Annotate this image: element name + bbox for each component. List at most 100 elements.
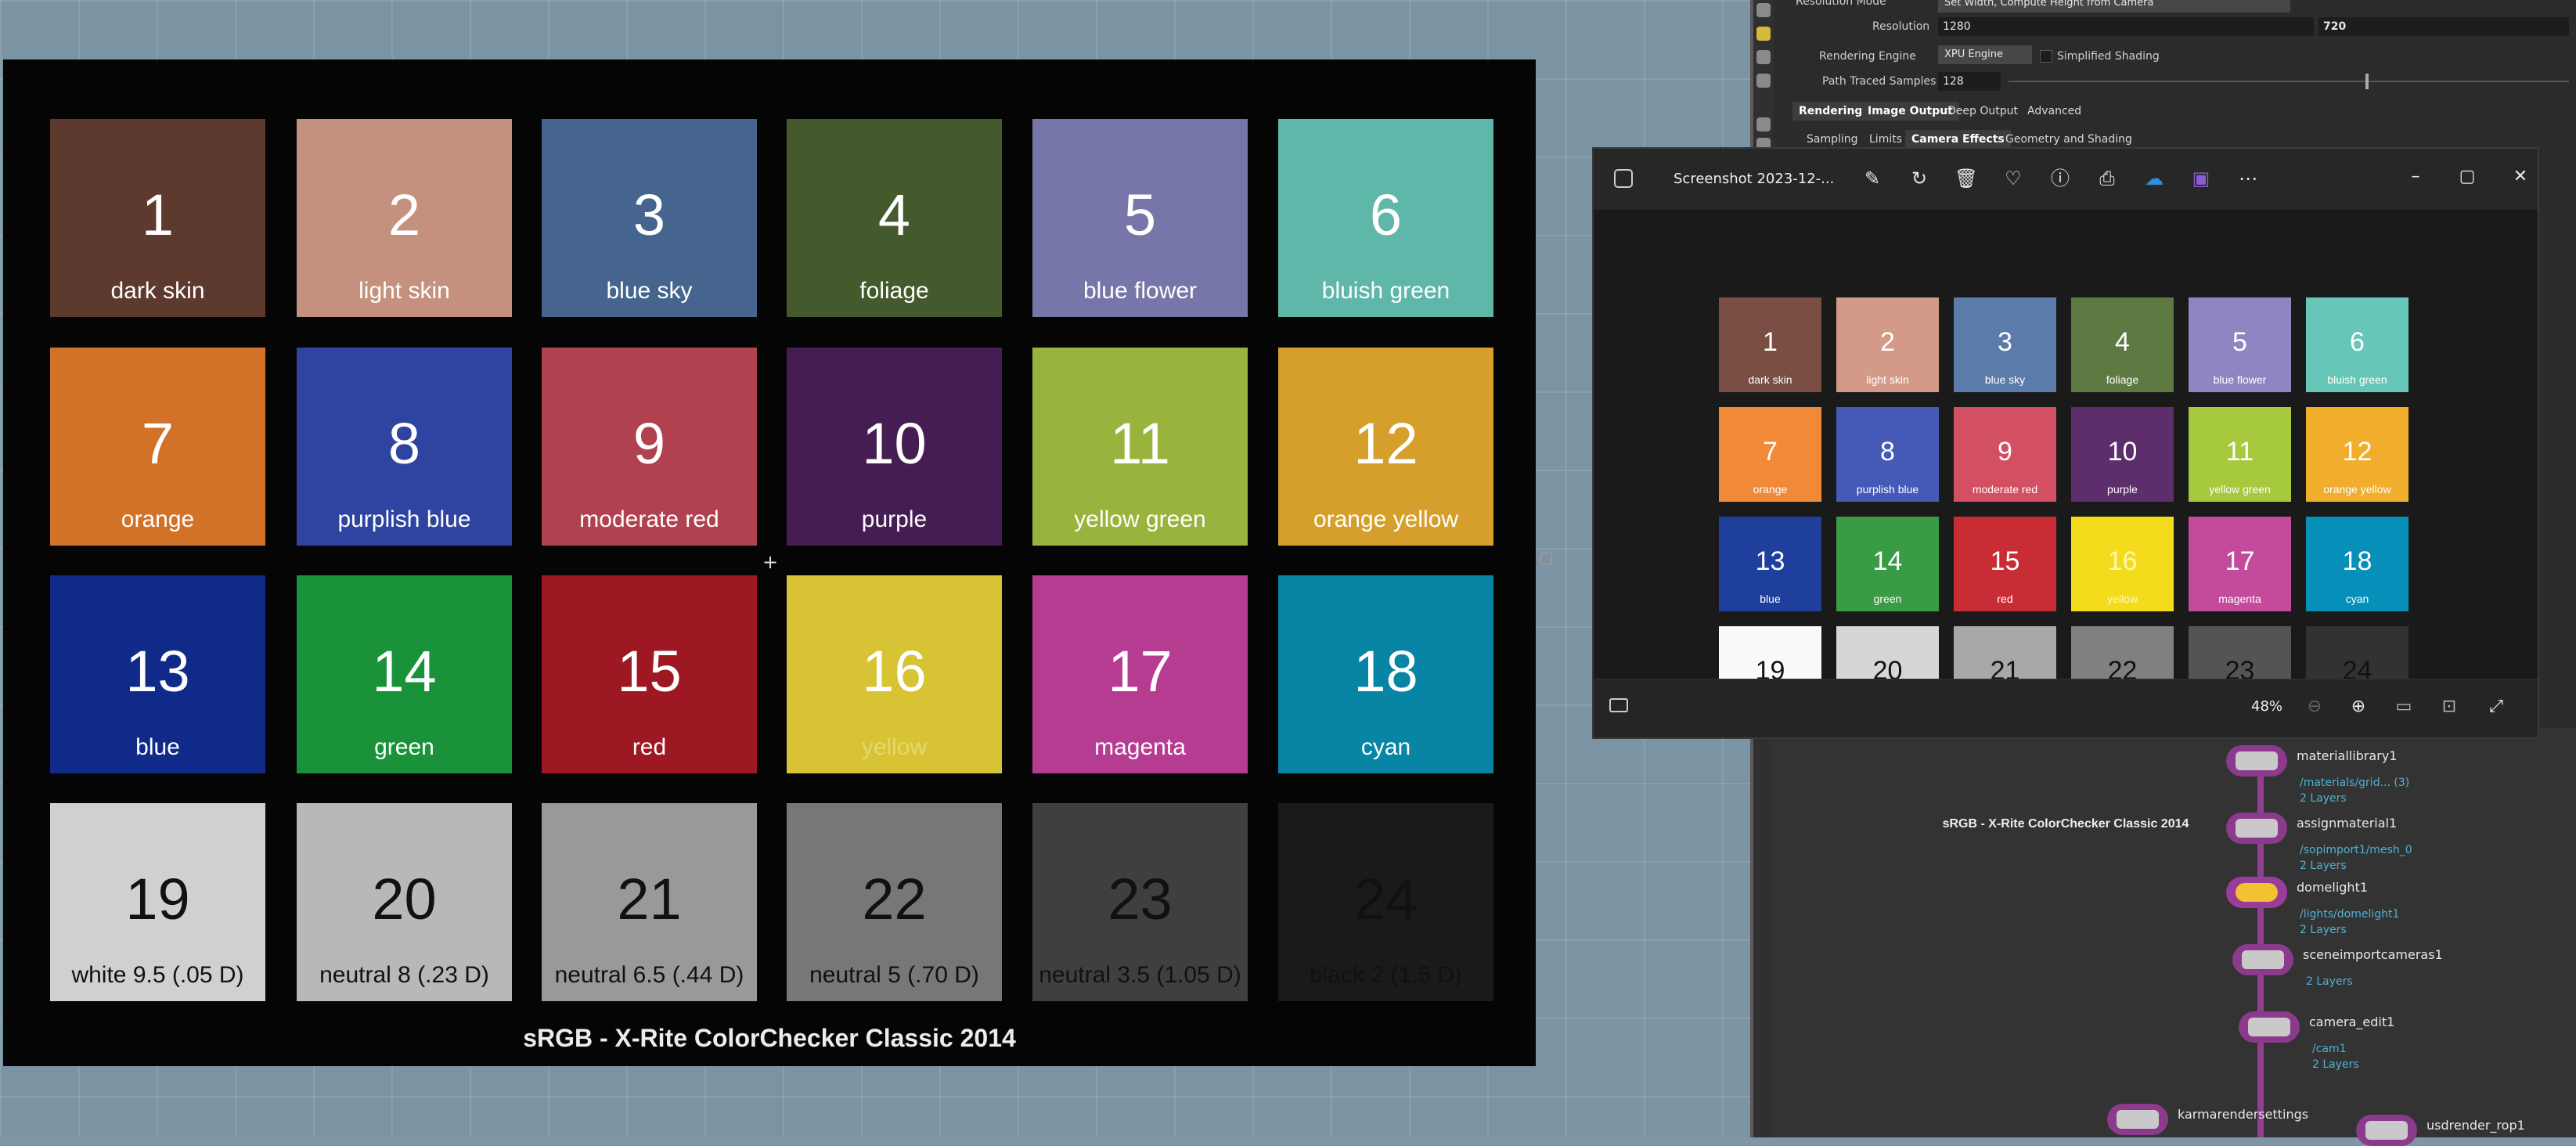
tab-rendering[interactable]: Rendering (1792, 102, 1869, 121)
rotate-icon[interactable]: ↻ (1907, 166, 1932, 191)
thumbnail-patch-number: 1 (1763, 327, 1778, 357)
maximize-button[interactable]: ▢ (2452, 163, 2483, 191)
thumbnail-patch-label: light skin (1866, 373, 1909, 386)
resolution-height-field[interactable]: 720 (2318, 17, 2569, 36)
patch-number: 16 (862, 639, 927, 704)
minimize-button[interactable]: – (2400, 163, 2431, 191)
color-patch: 23 neutral 3.5 (1.05 D) (1032, 803, 1248, 1001)
color-patch: 9 moderate red (542, 348, 757, 546)
thumbnail-color-patch: 17 magenta (2189, 517, 2291, 611)
thumbnail-patch-number: 11 (2225, 437, 2254, 467)
select-icon[interactable] (1756, 117, 1771, 132)
favorite-icon[interactable]: ♡ (2001, 166, 2026, 191)
thumbnail-patch-label: dark skin (1748, 373, 1792, 386)
node-icon (2236, 883, 2278, 902)
patch-label: yellow green (1074, 506, 1206, 532)
node-body[interactable] (2232, 944, 2293, 975)
more-icon[interactable]: ⋯ (2236, 166, 2261, 191)
thumbnail-color-patch: 13 blue (1719, 517, 1821, 611)
thumbnail-color-patch: 4 foliage (2071, 297, 2174, 392)
light-icon[interactable] (1756, 27, 1771, 41)
patch-number: 20 (372, 867, 437, 932)
patch-label: purple (861, 506, 928, 532)
thumbnail-color-patch: 14 green (1836, 517, 1939, 611)
thumbnail-color-patch: 5 blue flower (2189, 297, 2291, 392)
samples-field[interactable]: 128 (1938, 72, 2001, 91)
image-canvas[interactable]: 1 dark skin 2 light skin 3 blue sky 4 foliage 5 b… (1594, 210, 2538, 721)
node-body[interactable] (2226, 877, 2287, 908)
thumbnail-patch-label: cyan (2345, 593, 2369, 605)
thumbnail-color-patch: 10 purple (2071, 407, 2174, 502)
color-patch: 16 yellow (787, 575, 1002, 773)
thumbnail-color-patch: 6 bluish green (2306, 297, 2408, 392)
tab-limits[interactable]: Limits (1863, 130, 1908, 149)
color-patch: 14 green (297, 575, 512, 773)
tool-icon[interactable] (1756, 3, 1771, 17)
tab-camera-effects[interactable]: Camera Effects (1905, 130, 2011, 149)
patch-label: neutral 6.5 (.44 D) (554, 962, 744, 988)
tab-deep-output[interactable]: Deep Output (1941, 102, 2024, 121)
patch-number: 17 (1108, 639, 1173, 704)
color-patch: 3 blue sky (542, 119, 757, 317)
clipchamp-icon[interactable]: ▣ (2189, 166, 2214, 191)
node-body[interactable] (2239, 1011, 2300, 1043)
color-patch: 1 dark skin (50, 119, 265, 317)
thumbnail-color-patch: 2 light skin (1836, 297, 1939, 392)
color-patch: 10 purple (787, 348, 1002, 546)
filmstrip-icon[interactable] (1609, 698, 1628, 712)
patch-label: neutral 8 (.23 D) (319, 962, 489, 988)
print-icon[interactable]: ⎙ (2095, 166, 2120, 191)
actual-size-icon[interactable]: ⊡ (2437, 695, 2461, 719)
tab-advanced[interactable]: Advanced (2021, 102, 2088, 121)
node-network-editor[interactable] (1774, 728, 2576, 1137)
viewport[interactable]: 1 dark skin 2 light skin 3 blue sky 4 foliage 5 b… (0, 0, 1750, 1137)
color-patch: 17 magenta (1032, 575, 1248, 773)
samples-slider-handle[interactable] (2365, 74, 2369, 89)
thumbnail-color-patch: 7 orange (1719, 407, 1821, 502)
window-title: Screenshot 2023-12-... (1673, 171, 1835, 187)
node-body[interactable] (2356, 1115, 2417, 1146)
pin-icon[interactable] (1756, 50, 1771, 64)
resolution-mode-dropdown[interactable]: Set Width, Compute Height from Camera (1938, 0, 2290, 13)
node-body[interactable] (2107, 1104, 2168, 1135)
edit-icon[interactable]: ✎ (1860, 166, 1885, 191)
tab-sampling[interactable]: Sampling (1800, 130, 1864, 149)
resolution-width-field[interactable]: 1280 (1938, 17, 2314, 36)
rendering-engine-label: Rendering Engine (1819, 50, 1916, 63)
fullscreen-icon[interactable]: ⤢ (2484, 695, 2508, 719)
patch-label: dark skin (110, 278, 205, 304)
fit-to-window-icon[interactable]: ▭ (2392, 695, 2416, 719)
tab-geometry-and-shading[interactable]: Geometry and Shading (1999, 130, 2138, 149)
simplified-shading-checkbox[interactable] (2040, 50, 2052, 63)
node-name: sceneimportcameras1 (2303, 947, 2443, 962)
rendering-engine-dropdown[interactable]: XPU Engine (1938, 45, 2032, 64)
delete-icon[interactable]: 🗑 (1954, 166, 1979, 191)
patch-label: green (374, 734, 434, 760)
thumbnail-color-patch: 11 yellow green (2189, 407, 2291, 502)
thumbnail-patch-number: 7 (1763, 437, 1778, 467)
thumbnail-patch-label: purple (2107, 483, 2138, 496)
patch-label: bluish green (1321, 278, 1450, 304)
viewport-marker-icon: ▢ (1539, 548, 1554, 567)
thumbnail-patch-label: red (1997, 593, 2013, 605)
patch-number: 21 (617, 867, 682, 932)
patch-label: red (632, 734, 667, 760)
zoom-out-icon[interactable]: ⊖ (2303, 695, 2326, 719)
thumbnail-color-patch: 8 purplish blue (1836, 407, 1939, 502)
zoom-in-icon[interactable]: ⊕ (2347, 695, 2370, 719)
color-patch: 6 bluish green (1278, 119, 1493, 317)
close-button[interactable]: ✕ (2505, 163, 2536, 191)
thumbnail-patch-label: yellow (2107, 593, 2138, 605)
patch-label: moderate red (579, 506, 719, 532)
info-icon[interactable]: ⓘ (2048, 166, 2073, 191)
node-name: karmarendersettings (2178, 1107, 2309, 1122)
onedrive-icon[interactable]: ☁ (2142, 166, 2167, 191)
thumbnail-patch-number: 18 (2342, 546, 2372, 576)
node-body[interactable] (2226, 745, 2287, 777)
thumbnail-patch-number: 15 (1990, 546, 2020, 576)
camera-icon[interactable] (1756, 74, 1771, 88)
patch-number: 24 (1353, 867, 1418, 932)
samples-slider[interactable] (2009, 81, 2569, 82)
thumbnail-color-patch: 1 dark skin (1719, 297, 1821, 392)
patch-label: blue (135, 734, 180, 760)
